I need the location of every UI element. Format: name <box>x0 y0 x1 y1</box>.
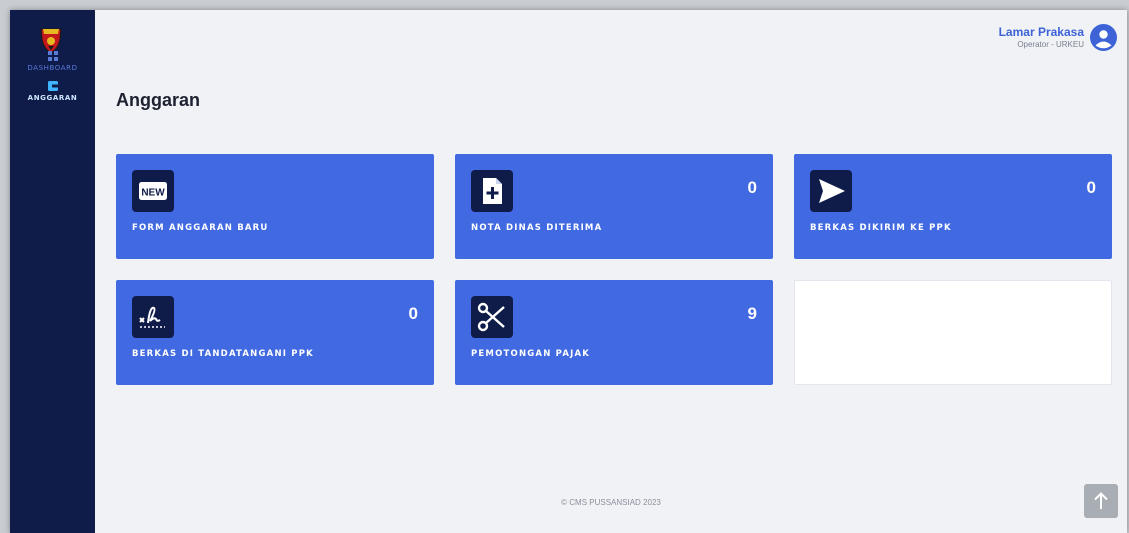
card-berkas-dikirim-ke-ppk[interactable]: 0 BERKAS DIKIRIM KE PPK <box>794 154 1112 259</box>
user-avatar-icon[interactable] <box>1090 24 1117 51</box>
user-info: Lamar Prakasa Operator - URKEU <box>999 25 1084 50</box>
card-count: 0 <box>1086 178 1096 197</box>
file-plus-icon <box>483 178 502 204</box>
signature-icon <box>139 306 165 328</box>
card-pemotongan-pajak[interactable]: 9 PEMOTONGAN PAJAK <box>455 280 773 385</box>
card-count: 0 <box>747 178 757 197</box>
card-label: BERKAS DI TANDATANGANI PPK <box>132 349 314 359</box>
card-empty-placeholder <box>794 280 1112 385</box>
scroll-to-top-button[interactable] <box>1084 484 1118 518</box>
send-icon <box>819 179 845 203</box>
scissors-icon <box>477 302 505 332</box>
card-label: FORM ANGGARAN BARU <box>132 223 269 233</box>
dashboard-grid-icon <box>47 51 58 61</box>
card-form-anggaran-baru[interactable]: NEW FORM ANGGARAN BARU <box>116 154 434 259</box>
police-emblem-logo <box>40 28 62 54</box>
user-menu[interactable]: Lamar Prakasa Operator - URKEU <box>999 24 1117 51</box>
sidebar-item-label: ANGGARAN <box>27 94 78 102</box>
card-berkas-di-tandatangani-ppk[interactable]: 0 BERKAS DI TANDATANGANI PPK <box>116 280 434 385</box>
card-count: 9 <box>747 304 757 323</box>
card-nota-dinas-diterima[interactable]: 0 NOTA DINAS DITERIMA <box>455 154 773 259</box>
card-count: 0 <box>408 304 418 323</box>
card-icon-box <box>132 296 174 338</box>
user-name: Lamar Prakasa <box>998 25 1084 39</box>
sidebar-item-dashboard[interactable]: DASHBOARD <box>10 51 95 72</box>
card-icon-box <box>471 296 513 338</box>
page-title: Anggaran <box>116 90 201 110</box>
sidebar-item-label: DASHBOARD <box>27 64 78 72</box>
card-label: NOTA DINAS DITERIMA <box>471 223 603 233</box>
app-window: DASHBOARD ANGGARAN Lamar Prakasa Operato… <box>10 10 1127 533</box>
card-icon-box <box>471 170 513 212</box>
arrow-up-icon <box>1094 492 1108 509</box>
footer-copyright: © CMS PUSSANSIAD 2023 <box>561 498 661 507</box>
wallet-icon <box>47 81 58 91</box>
card-label: PEMOTONGAN PAJAK <box>471 349 591 359</box>
sidebar-item-anggaran[interactable]: ANGGARAN <box>10 81 95 102</box>
svg-text:NEW: NEW <box>141 188 165 199</box>
user-role: Operator - URKEU <box>1017 40 1084 49</box>
card-icon-box: NEW <box>132 170 174 212</box>
new-badge-icon: NEW <box>139 182 167 200</box>
sidebar: DASHBOARD ANGGARAN <box>10 10 95 533</box>
card-icon-box <box>810 170 852 212</box>
card-label: BERKAS DIKIRIM KE PPK <box>810 223 952 233</box>
